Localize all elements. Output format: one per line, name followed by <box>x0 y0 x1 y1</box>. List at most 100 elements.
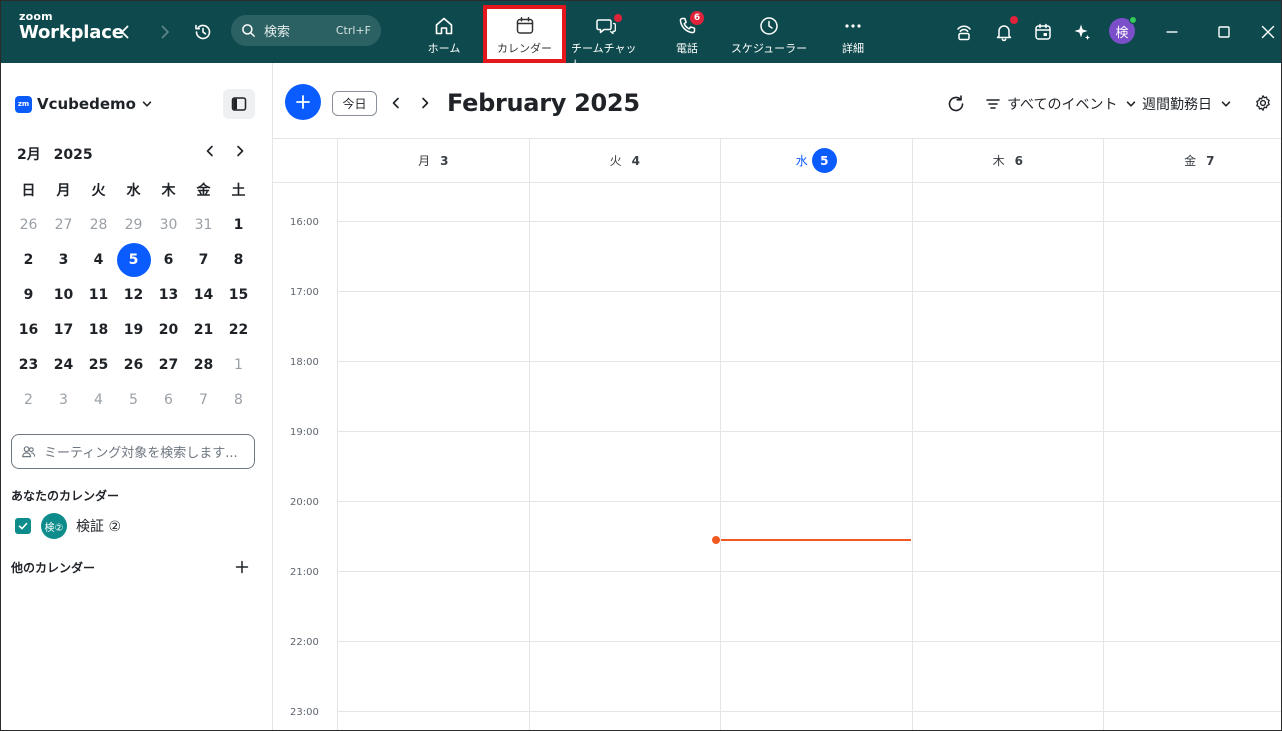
mini-calendar-day[interactable]: 20 <box>151 312 186 347</box>
mini-calendar-day[interactable]: 30 <box>151 207 186 242</box>
people-icon <box>22 446 36 458</box>
ai-companion-button[interactable] <box>1069 19 1095 45</box>
mini-calendar-today[interactable]: 5 <box>116 242 151 277</box>
mini-calendar-day[interactable]: 16 <box>11 312 46 347</box>
history-button[interactable] <box>190 19 216 45</box>
today-button[interactable]: 今日 <box>332 91 377 116</box>
mini-calendar-day[interactable]: 15 <box>221 277 256 312</box>
mini-calendar-day[interactable]: 3 <box>46 242 81 277</box>
account-switcher[interactable]: zm Vcubedemo <box>15 95 153 113</box>
weekday-label: 木 <box>161 182 176 199</box>
mini-calendar-day[interactable]: 31 <box>186 207 221 242</box>
day-header[interactable]: 火4 <box>528 139 721 182</box>
mini-calendar-day[interactable]: 4 <box>81 382 116 417</box>
mini-calendar-day[interactable]: 17 <box>46 312 81 347</box>
mini-calendar-day[interactable]: 1 <box>221 207 256 242</box>
notification-dot <box>1010 16 1018 24</box>
day-header[interactable]: 木6 <box>911 139 1104 182</box>
back-button[interactable] <box>112 19 138 45</box>
mini-calendar-day[interactable]: 18 <box>81 312 116 347</box>
zoom-workplace-logo: zoom Workplace <box>19 11 124 42</box>
weekday-label: 日 <box>21 182 36 199</box>
mini-calendar-prev-button[interactable] <box>200 141 220 161</box>
mini-calendar-day[interactable]: 6 <box>151 242 186 277</box>
settings-button[interactable] <box>1254 94 1272 112</box>
my-calendar-item[interactable]: 検② 検証 ② <box>15 513 121 539</box>
mini-calendar-day[interactable]: 4 <box>81 242 116 277</box>
day-column-divider <box>1103 182 1104 730</box>
people-search-placeholder: ミーティング対象を検索します... <box>44 446 238 461</box>
weekday-label: 土 <box>231 182 246 199</box>
refresh-button[interactable] <box>945 93 967 115</box>
search-box[interactable]: 検索 Ctrl+F <box>231 15 381 46</box>
mini-calendar-day[interactable]: 1 <box>221 347 256 382</box>
day-header[interactable]: 金7 <box>1103 139 1281 182</box>
mini-calendar-day[interactable]: 11 <box>81 277 116 312</box>
tab-more[interactable]: 詳細 <box>829 9 877 59</box>
hour-line <box>337 291 1281 292</box>
mini-calendar-day[interactable]: 21 <box>186 312 221 347</box>
mini-calendar-day[interactable]: 7 <box>186 382 221 417</box>
mini-calendar-day[interactable]: 28 <box>81 207 116 242</box>
mini-calendar-day[interactable]: 8 <box>221 382 256 417</box>
mini-calendar-day[interactable]: 3 <box>46 382 81 417</box>
mini-calendar-day[interactable]: 26 <box>11 207 46 242</box>
mini-calendar-day[interactable]: 29 <box>116 207 151 242</box>
day-column-divider <box>337 182 338 730</box>
mini-calendar-day[interactable]: 19 <box>116 312 151 347</box>
day-number: 29 <box>124 216 143 233</box>
mini-calendar-day[interactable]: 14 <box>186 277 221 312</box>
view-mode-dropdown[interactable]: 週間勤務日 <box>1142 94 1232 114</box>
mini-calendar-day[interactable]: 26 <box>116 347 151 382</box>
day-header[interactable]: 月3 <box>337 139 529 182</box>
calendar-shortcut-button[interactable] <box>1030 19 1056 45</box>
tab-team-chat[interactable]: チームチャット <box>571 9 641 71</box>
tab-phone[interactable]: 6 電話 <box>663 9 711 59</box>
mini-calendar-day[interactable]: 8 <box>221 242 256 277</box>
chevron-down-icon <box>1127 101 1136 107</box>
mini-calendar-day[interactable]: 2 <box>11 382 46 417</box>
notifications-button[interactable] <box>991 16 1018 45</box>
mini-calendar-day[interactable]: 27 <box>46 207 81 242</box>
previous-week-button[interactable] <box>386 93 406 113</box>
day-header[interactable]: 水5 <box>720 139 912 182</box>
new-event-button[interactable] <box>285 84 321 120</box>
tab-scheduler[interactable]: スケジューラー <box>729 9 809 59</box>
calendar-checkbox[interactable] <box>15 518 31 534</box>
add-calendar-button[interactable] <box>234 559 250 575</box>
close-button[interactable] <box>1255 19 1281 45</box>
user-avatar[interactable]: 検 <box>1109 16 1137 44</box>
next-week-button[interactable] <box>415 93 435 113</box>
tab-calendar[interactable]: カレンダー <box>483 5 566 63</box>
calendar-main: 今日 February 2025 すべてのイベント 週間勤務日 月3火4水5木6… <box>273 63 1281 730</box>
mini-calendar-day[interactable]: 27 <box>151 347 186 382</box>
zoom-account-logo: zm <box>15 95 32 113</box>
mini-calendar-day[interactable]: 28 <box>186 347 221 382</box>
mini-calendar-day[interactable]: 2 <box>11 242 46 277</box>
sparkle-icon <box>1074 24 1090 40</box>
hour-line <box>337 431 1281 432</box>
mini-calendar-day[interactable]: 5 <box>116 382 151 417</box>
mini-calendar-day[interactable]: 13 <box>151 277 186 312</box>
mini-calendar-day[interactable]: 7 <box>186 242 221 277</box>
tab-home[interactable]: ホーム <box>416 9 472 59</box>
mini-calendar-day[interactable]: 12 <box>116 277 151 312</box>
minimize-button[interactable] <box>1159 19 1185 45</box>
week-grid: 月 3 火 4 水 5 木 6 金 7 16:00 17:00 18:00 19:00 20:00 21:00… <box>273 138 1281 730</box>
event-filter-dropdown[interactable]: すべてのイベント <box>985 94 1137 114</box>
toggle-sidebar-button[interactable] <box>223 89 255 119</box>
mini-calendar-day[interactable]: 10 <box>46 277 81 312</box>
mini-calendar-day[interactable]: 23 <box>11 347 46 382</box>
mini-calendar-day[interactable]: 9 <box>11 277 46 312</box>
mini-calendar-day[interactable]: 25 <box>81 347 116 382</box>
mini-calendar-day[interactable]: 24 <box>46 347 81 382</box>
room-device-button[interactable] <box>951 19 977 45</box>
time-label: 18:00 <box>290 357 319 368</box>
mini-calendar-day[interactable]: 6 <box>151 382 186 417</box>
mini-calendar-next-button[interactable] <box>230 141 250 161</box>
maximize-button[interactable] <box>1211 19 1237 45</box>
time-label: 23:00 <box>290 707 319 718</box>
mini-calendar-day[interactable]: 22 <box>221 312 256 347</box>
forward-button[interactable] <box>152 19 178 45</box>
people-search-field[interactable]: ミーティング対象を検索します... <box>11 434 255 469</box>
